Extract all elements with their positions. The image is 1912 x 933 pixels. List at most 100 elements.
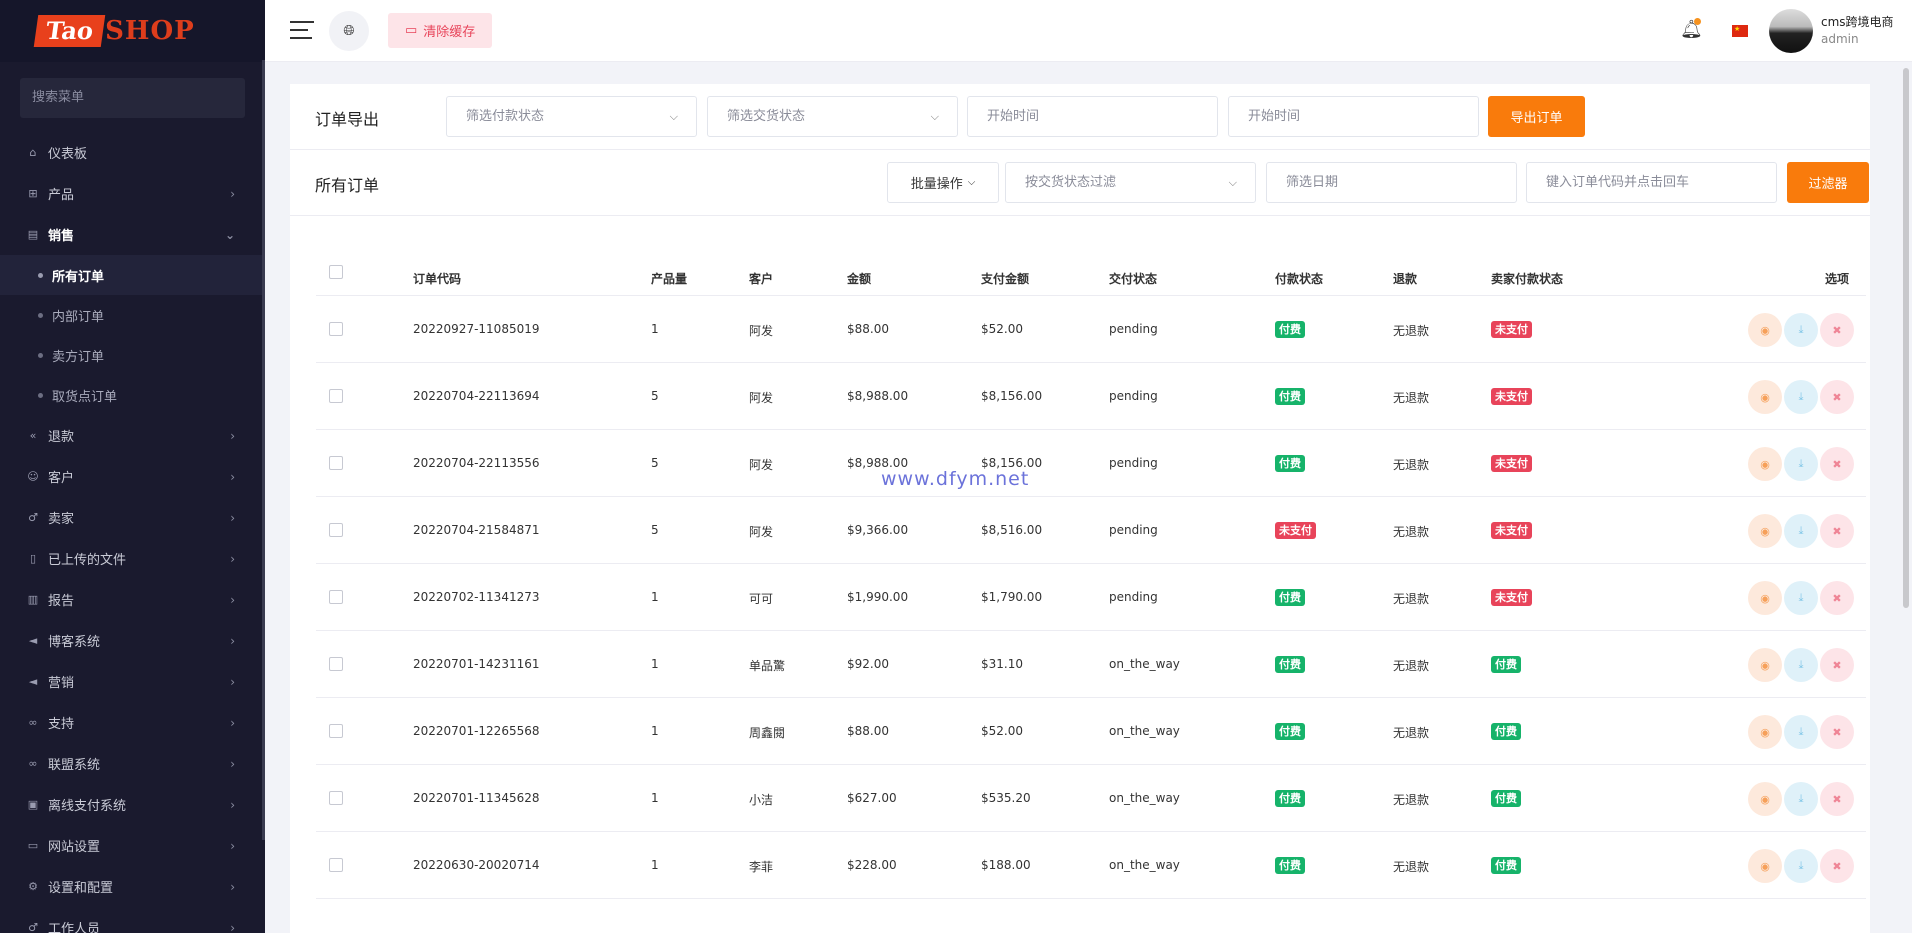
row-checkbox[interactable]: [329, 590, 343, 604]
sidebar-item-label: 卖家: [48, 512, 75, 527]
order-code: 20220701-11345628: [413, 791, 540, 805]
end-time-input[interactable]: 开始时间: [1228, 96, 1479, 137]
header-payment[interactable]: 付款状态: [1275, 270, 1323, 287]
download-icon[interactable]: ⤓: [1784, 380, 1818, 414]
export-orders-button[interactable]: 导出订单: [1488, 96, 1585, 137]
sidebar-item-gear[interactable]: ⚙ 设置和配置 ›: [0, 866, 265, 907]
header-refund[interactable]: 退款: [1393, 270, 1417, 287]
sidebar-item-backward[interactable]: « 退款 ›: [0, 415, 265, 456]
sidebar-item-bullhorn[interactable]: ◄ 营销 ›: [0, 661, 265, 702]
delivery-status-select[interactable]: 筛选交货状态 ⌵: [707, 96, 958, 137]
logo[interactable]: Tao SHOP: [0, 0, 265, 62]
row-checkbox[interactable]: [329, 724, 343, 738]
row-checkbox[interactable]: [329, 791, 343, 805]
globe-icon[interactable]: 🌐︎: [329, 11, 369, 51]
row-checkbox[interactable]: [329, 657, 343, 671]
chevron-right-icon: ›: [230, 469, 235, 484]
row-checkbox[interactable]: [329, 389, 343, 403]
sidebar-item-home[interactable]: ⌂ 仪表板: [0, 132, 265, 173]
view-icon[interactable]: ◉: [1748, 782, 1782, 816]
view-icon[interactable]: ◉: [1748, 849, 1782, 883]
download-icon[interactable]: ⤓: [1784, 648, 1818, 682]
header-paid[interactable]: 支付金额: [981, 270, 1029, 287]
table-row: 20220701-11345628 1 小洁 $627.00 $535.20 on_the…: [316, 765, 1866, 832]
delete-icon[interactable]: ✖: [1820, 447, 1854, 481]
download-icon[interactable]: ⤓: [1784, 514, 1818, 548]
download-icon[interactable]: ⤓: [1784, 849, 1818, 883]
view-icon[interactable]: ◉: [1748, 514, 1782, 548]
sidebar-item-link[interactable]: ∞ 支持 ›: [0, 702, 265, 743]
sidebar-item-money[interactable]: ▣ 离线支付系统 ›: [0, 784, 265, 825]
header-delivery[interactable]: 交付状态: [1109, 270, 1157, 287]
sidebar-item-users[interactable]: ☺ 客户 ›: [0, 456, 265, 497]
product-qty: 5: [651, 389, 659, 403]
row-checkbox[interactable]: [329, 858, 343, 872]
delivery-filter-select[interactable]: 按交货状态过滤 ⌵: [1005, 162, 1256, 203]
download-icon[interactable]: ⤓: [1784, 581, 1818, 615]
bulk-action-button[interactable]: 批量操作 ⌵: [887, 162, 999, 203]
seller-payment-badge: 付费: [1491, 857, 1521, 874]
delete-icon[interactable]: ✖: [1820, 715, 1854, 749]
sidebar-item-card[interactable]: ▤ 销售 ⌄: [0, 214, 265, 255]
sidebar-subitem[interactable]: 内部订单: [0, 295, 265, 335]
download-icon[interactable]: ⤓: [1784, 715, 1818, 749]
download-icon[interactable]: ⤓: [1784, 447, 1818, 481]
sidebar-subitem[interactable]: 取货点订单: [0, 375, 265, 415]
view-icon[interactable]: ◉: [1748, 313, 1782, 347]
row-checkbox[interactable]: [329, 456, 343, 470]
delete-icon[interactable]: ✖: [1820, 581, 1854, 615]
header-code[interactable]: 订单代码: [413, 270, 461, 287]
clear-cache-button[interactable]: ▭ 清除缓存: [388, 13, 493, 48]
date-filter-input[interactable]: 筛选日期: [1266, 162, 1517, 203]
row-checkbox[interactable]: [329, 523, 343, 537]
chevron-right-icon: ›: [230, 674, 235, 689]
delete-icon[interactable]: ✖: [1820, 313, 1854, 347]
view-icon[interactable]: ◉: [1748, 380, 1782, 414]
sidebar-item-staff[interactable]: ♂ 工作人员 ›: [0, 907, 265, 933]
sidebar-subitem[interactable]: 卖方订单: [0, 335, 265, 375]
payment-status-badge: 付费: [1275, 656, 1305, 673]
user-name[interactable]: cms跨境电商: [1821, 13, 1894, 30]
avatar[interactable]: [1769, 9, 1813, 53]
download-icon[interactable]: ⤓: [1784, 782, 1818, 816]
orders-title: 所有订单: [315, 176, 380, 195]
select-all-checkbox[interactable]: [329, 265, 343, 279]
sidebar-item-link[interactable]: ∞ 联盟系统 ›: [0, 743, 265, 784]
sidebar-subitem[interactable]: 所有订单: [0, 255, 265, 295]
view-icon[interactable]: ◉: [1748, 581, 1782, 615]
topbar: 🌐︎ ▭ 清除缓存 🔔︎ ★ cms跨境电商 admin: [265, 0, 1912, 62]
sidebar-item-file[interactable]: ▯ 已上传的文件 ›: [0, 538, 265, 579]
china-flag-icon[interactable]: ★: [1732, 25, 1748, 37]
delete-icon[interactable]: ✖: [1820, 514, 1854, 548]
sidebar-item-label: 退款: [48, 430, 75, 445]
row-checkbox[interactable]: [329, 322, 343, 336]
sidebar-item-cart[interactable]: ⊞ 产品 ›: [0, 173, 265, 214]
download-icon[interactable]: ⤓: [1784, 313, 1818, 347]
view-icon[interactable]: ◉: [1748, 715, 1782, 749]
header-qty[interactable]: 产品量: [651, 270, 687, 287]
delete-icon[interactable]: ✖: [1820, 380, 1854, 414]
start-time-input[interactable]: 开始时间: [967, 96, 1218, 137]
sidebar-item-desktop[interactable]: ▭ 网站设置 ›: [0, 825, 265, 866]
delete-icon[interactable]: ✖: [1820, 782, 1854, 816]
logo-shop: SHOP: [105, 16, 195, 46]
order-code-search-input[interactable]: 键入订单代码并点击回车: [1526, 162, 1777, 203]
sidebar-item-report[interactable]: ▥ 报告 ›: [0, 579, 265, 620]
delete-icon[interactable]: ✖: [1820, 849, 1854, 883]
sidebar-scrollbar[interactable]: [262, 60, 265, 840]
delete-icon[interactable]: ✖: [1820, 648, 1854, 682]
menu-search-input[interactable]: 搜索菜单: [20, 78, 245, 118]
header-customer[interactable]: 客户: [749, 270, 773, 287]
filter-button[interactable]: 过滤器: [1787, 162, 1869, 203]
delivery-status: on_the_way: [1109, 724, 1180, 738]
sidebar-item-user[interactable]: ♂ 卖家 ›: [0, 497, 265, 538]
sidebar-item-megaphone[interactable]: ◄ 博客系统 ›: [0, 620, 265, 661]
payment-status-select[interactable]: 筛选付款状态 ⌵: [446, 96, 697, 137]
view-icon[interactable]: ◉: [1748, 447, 1782, 481]
delivery-status: pending: [1109, 523, 1158, 537]
header-seller-payment[interactable]: 卖家付款状态: [1491, 270, 1563, 287]
header-amount[interactable]: 金额: [847, 270, 871, 287]
page-scrollbar[interactable]: [1903, 68, 1909, 608]
view-icon[interactable]: ◉: [1748, 648, 1782, 682]
menu-toggle-icon[interactable]: [290, 21, 314, 41]
